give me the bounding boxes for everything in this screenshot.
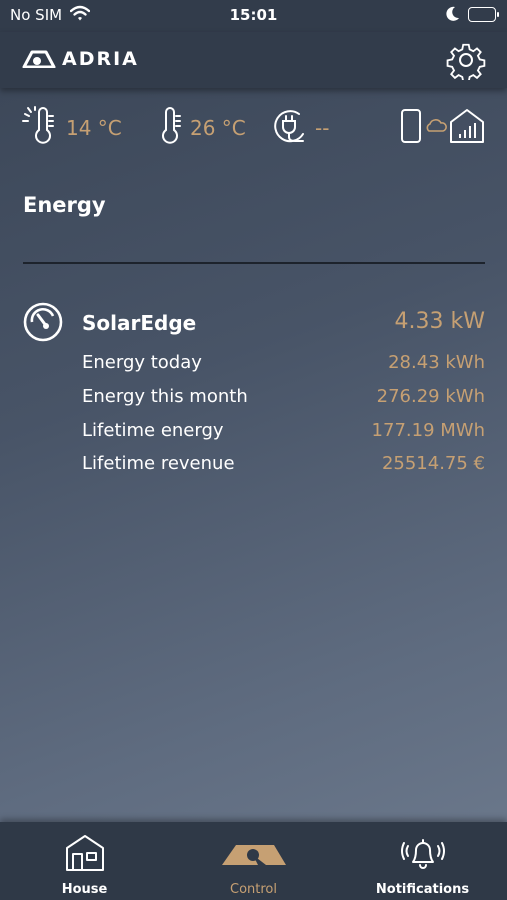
gauge-icon (23, 302, 63, 346)
adria-logo-icon (22, 50, 56, 68)
section-divider (23, 262, 485, 264)
thermometer-icon (160, 106, 184, 150)
plug-icon (269, 106, 309, 150)
tab-bar: House Control Notifications (0, 822, 507, 900)
row-label: Lifetime energy (82, 420, 224, 441)
section-title: Energy (23, 193, 106, 217)
logo-text: ADRIA (62, 48, 139, 70)
phone-icon (400, 106, 422, 150)
outdoor-temp-value: 14 °C (66, 116, 122, 140)
adria-logo-icon (221, 845, 286, 865)
row-value: 25514.75 € (381, 453, 485, 474)
tab-label: Notifications (375, 882, 470, 897)
environment-row: 14 °C 26 °C -- (0, 106, 507, 150)
tab-notifications[interactable]: Notifications (338, 822, 507, 900)
adria-logo: ADRIA (22, 48, 139, 70)
clock: 15:01 (229, 6, 278, 24)
house-signal-icon (448, 106, 486, 150)
connectivity-status[interactable] (400, 106, 486, 150)
device-name: SolarEdge (82, 311, 197, 335)
moon-icon (446, 6, 460, 26)
power-status-value: -- (315, 116, 330, 140)
tab-house[interactable]: House (0, 822, 169, 900)
row-label: Energy today (82, 352, 202, 373)
battery-icon (468, 7, 499, 22)
row-value: 28.43 kWh (388, 352, 485, 373)
gear-icon[interactable] (446, 40, 486, 84)
row-value: 276.29 kWh (376, 386, 485, 407)
row-value: 177.19 MWh (371, 420, 485, 441)
bell-icon (400, 839, 445, 869)
indoor-temperature[interactable]: 26 °C (160, 106, 246, 150)
row-label: Lifetime revenue (82, 453, 235, 474)
tab-label: House (61, 882, 108, 897)
tab-control[interactable]: Control (169, 822, 338, 900)
status-bar: No SIM 15:01 (0, 0, 507, 32)
power-status[interactable]: -- (269, 106, 329, 150)
device-current-power: 4.33 kW (394, 309, 485, 334)
outdoor-temperature[interactable]: 14 °C (22, 106, 122, 150)
row-label: Energy this month (82, 386, 248, 407)
sun-thermometer-icon (22, 106, 60, 150)
house-icon (65, 835, 104, 871)
tab-label: Control (230, 882, 277, 897)
cloud-icon (424, 106, 448, 150)
app-header: ADRIA (0, 32, 507, 88)
indoor-temp-value: 26 °C (190, 116, 246, 140)
